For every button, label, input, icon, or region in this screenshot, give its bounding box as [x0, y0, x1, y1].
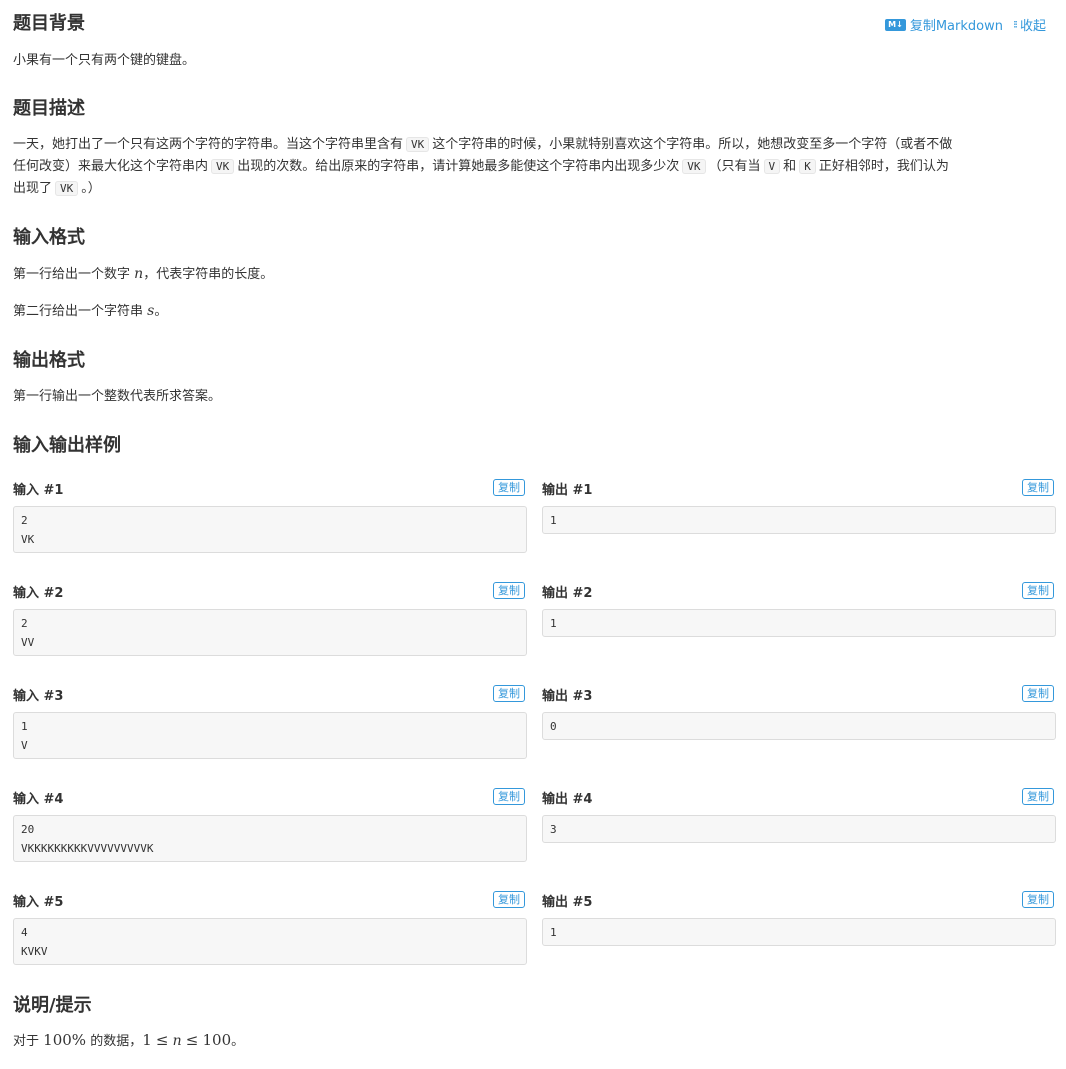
hint-text-c: 。	[231, 1034, 245, 1049]
top-actions: M↓ 复制Markdown ⁝⁝ 收起	[885, 15, 1046, 34]
markdown-icon: M↓	[885, 18, 906, 31]
copy-markdown-label: 复制Markdown	[909, 19, 1003, 34]
collapse-label: 收起	[1019, 19, 1046, 34]
input-format-text: 第二行给出一个字符串	[13, 304, 144, 319]
sample-input-label: 输入 #4	[13, 792, 64, 807]
sample-output-box[interactable]: 1	[542, 506, 1056, 534]
copy-input-button[interactable]: 复制	[493, 788, 525, 805]
math-upper: 100	[202, 1031, 232, 1049]
desc-text-1a: 一天，她打出了一个只有这两个字符的字符串。当这个字符串里含有	[13, 137, 404, 152]
copy-output-button[interactable]: 复制	[1022, 788, 1054, 805]
input-format-text: ，代表字符串的长度。	[143, 267, 274, 282]
desc-text-2e: 正好相邻时，我们认为	[818, 159, 949, 174]
code-vk: VK	[55, 181, 79, 196]
sample-output-label: 输出 #5	[542, 895, 593, 910]
copy-input-button[interactable]: 复制	[493, 685, 525, 702]
math-leq: ≤	[185, 1031, 199, 1049]
sample-input-box[interactable]: 20 VKKKKKKKKKVVVVVVVVVK	[13, 815, 527, 862]
copy-output-button[interactable]: 复制	[1022, 685, 1054, 702]
sample-input-label: 输入 #5	[13, 895, 64, 910]
sample-input-box[interactable]: 4 KVKV	[13, 918, 527, 965]
input-format-text: 。	[154, 304, 168, 319]
math-lower: 1	[142, 1031, 152, 1049]
background-text: 小果有一个只有两个键的键盘。	[13, 53, 196, 68]
collapse-icon: ⁝⁝	[1012, 18, 1018, 31]
code-k: K	[799, 159, 816, 174]
input-format-line1: 第一行给出一个数字 n，代表字符串的长度。	[13, 263, 1056, 286]
copy-input-button[interactable]: 复制	[493, 891, 525, 908]
desc-text-2d: 和	[783, 159, 797, 174]
hint-text-a: 对于	[13, 1034, 40, 1049]
background-title: 题目背景	[13, 13, 85, 34]
code-vk: VK	[682, 159, 706, 174]
sample-input-label: 输入 #2	[13, 586, 64, 601]
copy-markdown-button[interactable]: M↓ 复制Markdown	[885, 15, 1003, 34]
collapse-button[interactable]: ⁝⁝ 收起	[1013, 15, 1046, 34]
hint-text: 对于 100% 的数据，1 ≤ n ≤ 100。	[13, 1029, 1056, 1053]
input-format-text: 第一行给出一个数字	[13, 267, 131, 282]
desc-text-3a: 出现了	[13, 181, 53, 196]
desc-text-2b: 出现的次数。给出原来的字符串，请计算她最多能使这个字符串内出现多少次	[237, 159, 680, 174]
copy-input-button[interactable]: 复制	[493, 479, 525, 496]
hint-text-b: 的数据，	[90, 1034, 143, 1049]
desc-text-1b: 这个字符串的时候，小果就特别喜欢这个字符串。所以，她想改变至多一个字符（或者不做	[432, 137, 953, 152]
sample-input-label: 输入 #1	[13, 483, 64, 498]
sample-input-label: 输入 #3	[13, 689, 64, 704]
math-n: n	[134, 266, 144, 282]
code-vk: VK	[211, 159, 235, 174]
desc-text-3b: 。）	[81, 181, 101, 196]
copy-output-button[interactable]: 复制	[1022, 891, 1054, 908]
sample-output-box[interactable]: 1	[542, 918, 1056, 946]
copy-input-button[interactable]: 复制	[493, 582, 525, 599]
output-format-title: 输出格式	[13, 350, 85, 371]
sample-input-box[interactable]: 1 V	[13, 712, 527, 759]
input-format-title: 输入格式	[13, 227, 85, 248]
desc-text-2c: （只有当	[708, 159, 761, 174]
math-percent: 100%	[43, 1031, 87, 1049]
sample-input-box[interactable]: 2 VV	[13, 609, 527, 656]
sample-output-box[interactable]: 0	[542, 712, 1056, 740]
description-text: 一天，她打出了一个只有这两个字符的字符串。当这个字符串里含有 VK 这个字符串的时候…	[13, 134, 1056, 200]
code-vk: VK	[406, 137, 430, 152]
code-v: V	[763, 159, 781, 174]
copy-output-button[interactable]: 复制	[1022, 582, 1054, 599]
math-leq: ≤	[155, 1031, 169, 1049]
sample-output-box[interactable]: 3	[542, 815, 1056, 843]
output-format-text: 第一行输出一个整数代表所求答案。	[13, 389, 222, 404]
input-format-line2: 第二行给出一个字符串 s。	[13, 300, 1056, 323]
sample-output-label: 输出 #2	[542, 586, 593, 601]
sample-output-label: 输出 #1	[542, 483, 593, 498]
sample-input-box[interactable]: 2 VK	[13, 506, 527, 553]
desc-text-2a: 任何改变）来最大化这个字符串内	[13, 159, 209, 174]
sample-output-label: 输出 #3	[542, 689, 593, 704]
description-title: 题目描述	[13, 98, 85, 119]
sample-output-label: 输出 #4	[542, 792, 593, 807]
sample-output-box[interactable]: 1	[542, 609, 1056, 637]
math-n: n	[172, 1033, 182, 1049]
hint-title: 说明/提示	[13, 995, 92, 1016]
samples-title: 输入输出样例	[13, 435, 121, 456]
copy-output-button[interactable]: 复制	[1022, 479, 1054, 496]
